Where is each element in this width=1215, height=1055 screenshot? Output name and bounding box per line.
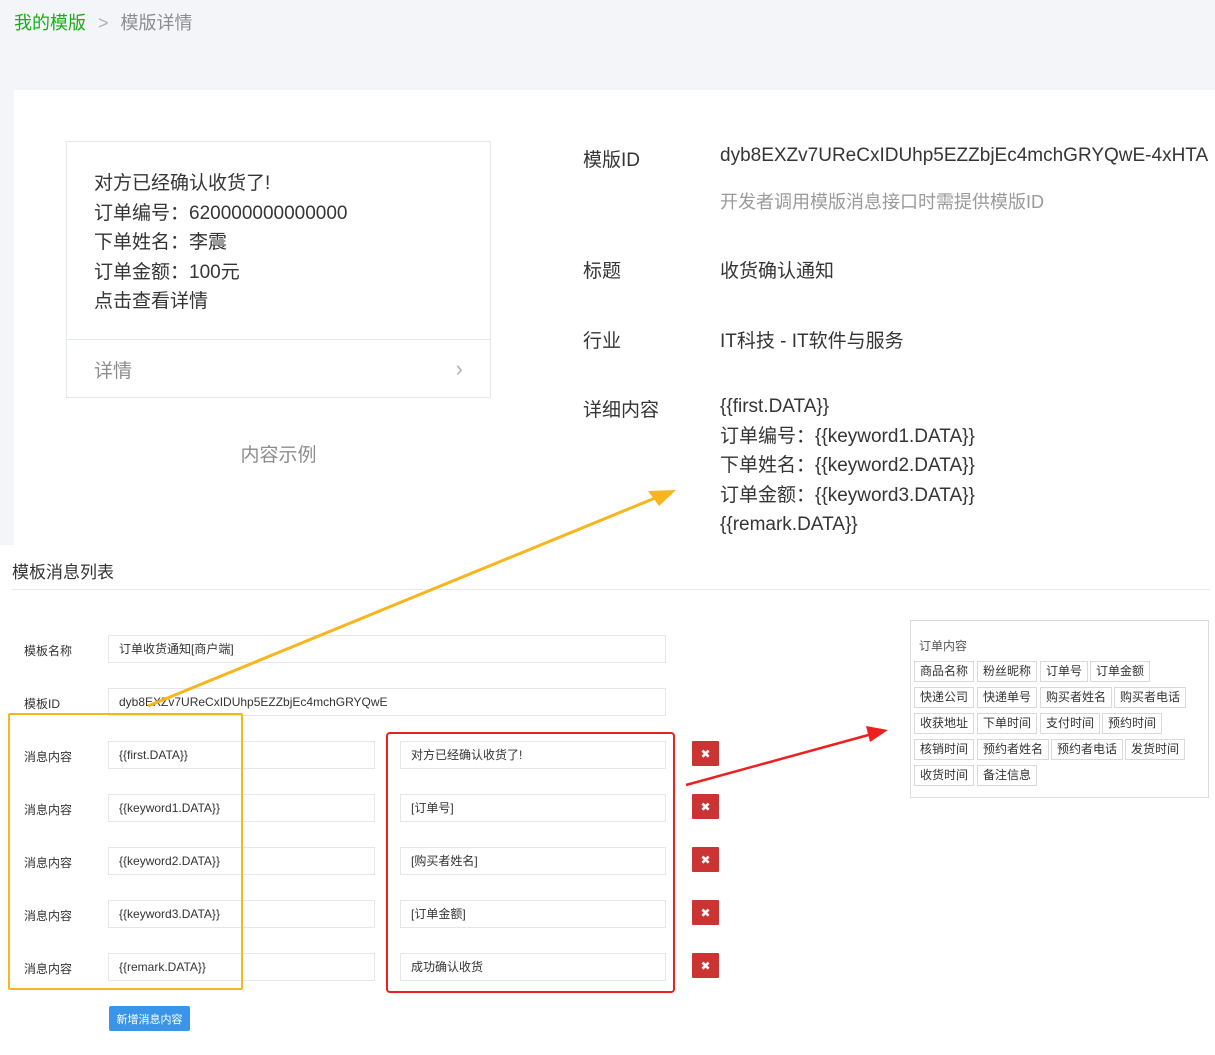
close-icon: ✖: [700, 799, 711, 814]
tag-item[interactable]: 订单号: [1040, 661, 1089, 682]
tag-item[interactable]: 备注信息: [977, 765, 1038, 786]
title-label: 标题: [583, 261, 622, 282]
close-icon: ✖: [700, 905, 711, 920]
delete-row-button[interactable]: ✖: [692, 953, 719, 978]
preview-detail-link[interactable]: 详情 ›: [67, 339, 490, 398]
delete-row-button[interactable]: ✖: [692, 847, 719, 872]
template-id-value: dyb8EXZv7UReCxIDUhp5EZZbjEc4mchGRYQwE-4x…: [720, 145, 1209, 166]
tag-item[interactable]: 发货时间: [1125, 739, 1186, 760]
template-id-field-label: 模板ID: [24, 697, 61, 711]
breadcrumb-separator: >: [98, 13, 109, 33]
add-message-content-button[interactable]: 新增消息内容: [109, 1006, 190, 1031]
tag-item[interactable]: 下单时间: [977, 713, 1038, 734]
template-name-input[interactable]: 订单收货通知[商户端]: [108, 635, 666, 663]
preview-body: 对方已经确认收货了! 订单编号：620000000000000 下单姓名：李震 …: [67, 142, 490, 339]
preview-line: 订单金额：100元: [94, 261, 240, 283]
red-arrow-head: [866, 726, 888, 742]
tag-item[interactable]: 收货时间: [914, 765, 975, 786]
breadcrumb-my-templates[interactable]: 我的模版: [14, 13, 86, 33]
chevron-right-icon: ›: [455, 356, 463, 381]
tag-item[interactable]: 预约者姓名: [977, 739, 1050, 760]
preview-line: 下单姓名：李震: [94, 232, 228, 253]
detail-line: {{remark.DATA}}: [720, 514, 858, 535]
tag-item[interactable]: 粉丝昵称: [977, 661, 1038, 682]
keys-highlight-box: [8, 713, 243, 990]
preview-caption: 内容示例: [240, 445, 317, 466]
section-divider: [12, 589, 1210, 590]
template-id-label: 模版ID: [583, 150, 641, 171]
detail-line: 订单金额：{{keyword3.DATA}}: [720, 484, 975, 506]
preview-line: 对方已经确认收货了!: [94, 173, 271, 194]
detail-content: {{first.DATA}} 订单编号：{{keyword1.DATA}} 下单…: [720, 392, 975, 540]
message-preview-card: 对方已经确认收货了! 订单编号：620000000000000 下单姓名：李震 …: [66, 141, 491, 398]
title-value: 收货确认通知: [720, 261, 835, 282]
tag-item[interactable]: 快递单号: [977, 687, 1038, 708]
preview-line: 订单编号：620000000000000: [94, 202, 348, 224]
template-id-tip: 开发者调用模版消息接口时需提供模版ID: [720, 192, 1044, 212]
industry-value: IT科技 - IT软件与服务: [720, 331, 904, 352]
template-id-input[interactable]: dyb8EXZv7UReCxIDUhp5EZZbjEc4mchGRYQwE: [108, 688, 666, 716]
tag-item[interactable]: 预约时间: [1102, 713, 1163, 734]
tag-item[interactable]: 核销时间: [914, 739, 975, 760]
detail-line: 下单姓名：{{keyword2.DATA}}: [720, 455, 975, 476]
detail-line: {{first.DATA}}: [720, 396, 830, 417]
delete-row-button[interactable]: ✖: [692, 794, 719, 819]
preview-detail-label: 详情: [94, 360, 133, 382]
order-tags-panel: 订单内容 商品名称 粉丝昵称 订单号 订单金额 快递公司 快递单号 购买者姓名 …: [910, 620, 1209, 798]
breadcrumb: 我的模版 > 模版详情: [14, 9, 193, 35]
close-icon: ✖: [700, 852, 711, 867]
detail-line: 订单编号：{{keyword1.DATA}}: [720, 425, 975, 447]
tag-item[interactable]: 支付时间: [1040, 713, 1101, 734]
tag-item[interactable]: 购买者姓名: [1040, 687, 1113, 708]
detail-content-label: 详细内容: [583, 400, 660, 421]
delete-row-button[interactable]: ✖: [692, 900, 719, 925]
tag-item[interactable]: 购买者电话: [1114, 687, 1187, 708]
tag-item[interactable]: 预约者电话: [1051, 739, 1124, 760]
delete-row-button[interactable]: ✖: [692, 741, 719, 766]
order-tags-title: 订单内容: [919, 639, 968, 653]
close-icon: ✖: [700, 958, 711, 973]
template-name-label: 模板名称: [24, 644, 73, 658]
industry-label: 行业: [583, 331, 622, 352]
tag-item[interactable]: 订单金额: [1090, 661, 1151, 682]
preview-line: 点击查看详情: [94, 291, 209, 312]
tag-item[interactable]: 收获地址: [914, 713, 975, 734]
breadcrumb-current: 模版详情: [120, 13, 193, 33]
tag-item[interactable]: 商品名称: [914, 661, 975, 682]
close-icon: ✖: [700, 746, 711, 761]
tag-item[interactable]: 快递公司: [914, 687, 975, 708]
values-highlight-box: [386, 732, 675, 993]
section-title: 模板消息列表: [12, 563, 114, 582]
